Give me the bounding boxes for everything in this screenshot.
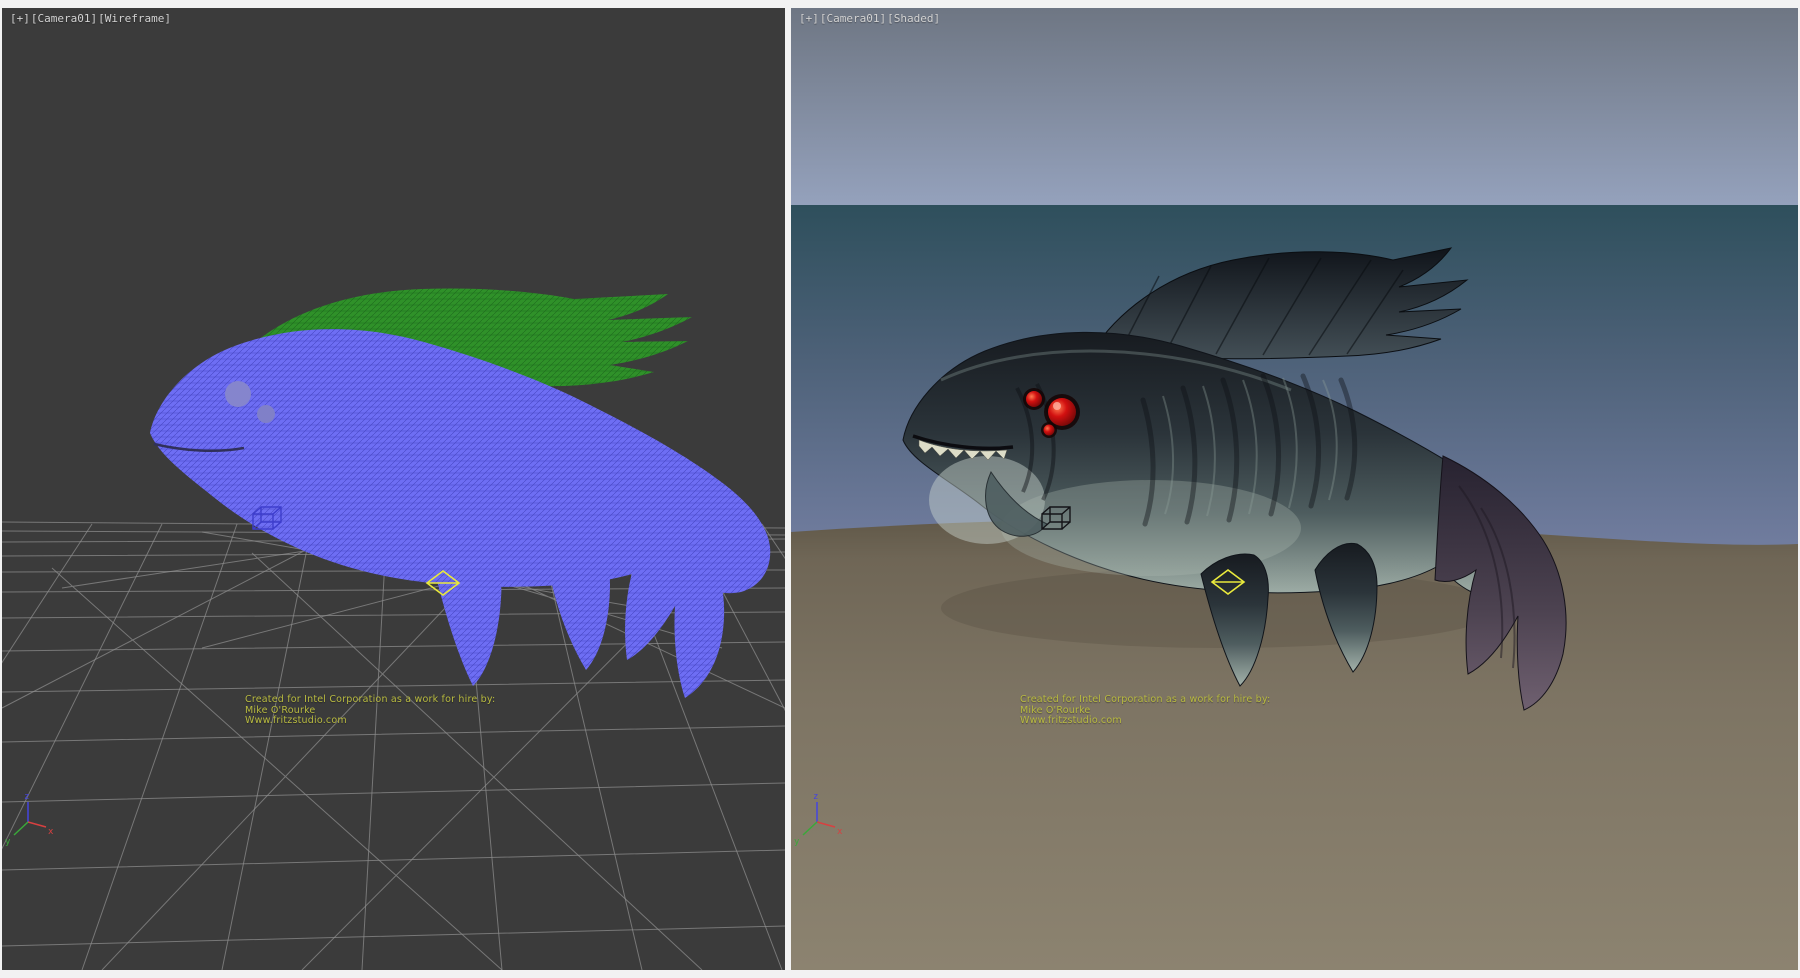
watermark: Created for Intel Corporation as a work … <box>245 695 495 727</box>
axis-y-label: y <box>5 837 11 847</box>
eye-highlight <box>1053 402 1061 410</box>
sky-upper <box>791 8 1798 208</box>
eye-large <box>1048 398 1076 426</box>
eye-spot <box>257 405 275 423</box>
viewport-label: [+] [Camera01] [Wireframe] <box>10 12 171 25</box>
viewport-menu-pov[interactable]: [Camera01] <box>31 12 97 25</box>
eye-small <box>1044 425 1055 436</box>
axis-x-label: x <box>48 827 54 837</box>
viewport-menu-general[interactable]: [+] <box>10 12 30 25</box>
axis-z-label: z <box>24 792 29 802</box>
watermark-line: Created for Intel Corporation as a work … <box>1020 695 1270 706</box>
viewport-shaded[interactable]: [+] [Camera01] [Shaded] <box>791 8 1798 970</box>
axis-x-label: x <box>837 827 843 837</box>
viewport-wireframe[interactable]: [+] [Camera01] [Wireframe] <box>2 8 785 970</box>
viewport-menu-pov[interactable]: [Camera01] <box>820 12 886 25</box>
axis-y-label: y <box>794 837 800 847</box>
viewport-menu-shading[interactable]: [Shaded] <box>887 12 940 25</box>
viewport-menu-shading[interactable]: [Wireframe] <box>98 12 171 25</box>
watermark-line: Www.fritzstudio.com <box>245 716 495 727</box>
watermark-line: Created for Intel Corporation as a work … <box>245 695 495 706</box>
viewport-label: [+] [Camera01] [Shaded] <box>799 12 940 25</box>
scene-canvas-shaded: z x y <box>791 8 1798 970</box>
watermark-line: Www.fritzstudio.com <box>1020 716 1270 727</box>
viewport-menu-general[interactable]: [+] <box>799 12 819 25</box>
eye-spot <box>225 381 251 407</box>
scene-canvas-wireframe: z x y <box>2 8 785 970</box>
watermark: Created for Intel Corporation as a work … <box>1020 695 1270 727</box>
axis-z-label: z <box>813 792 818 802</box>
eye-small <box>1026 391 1042 407</box>
